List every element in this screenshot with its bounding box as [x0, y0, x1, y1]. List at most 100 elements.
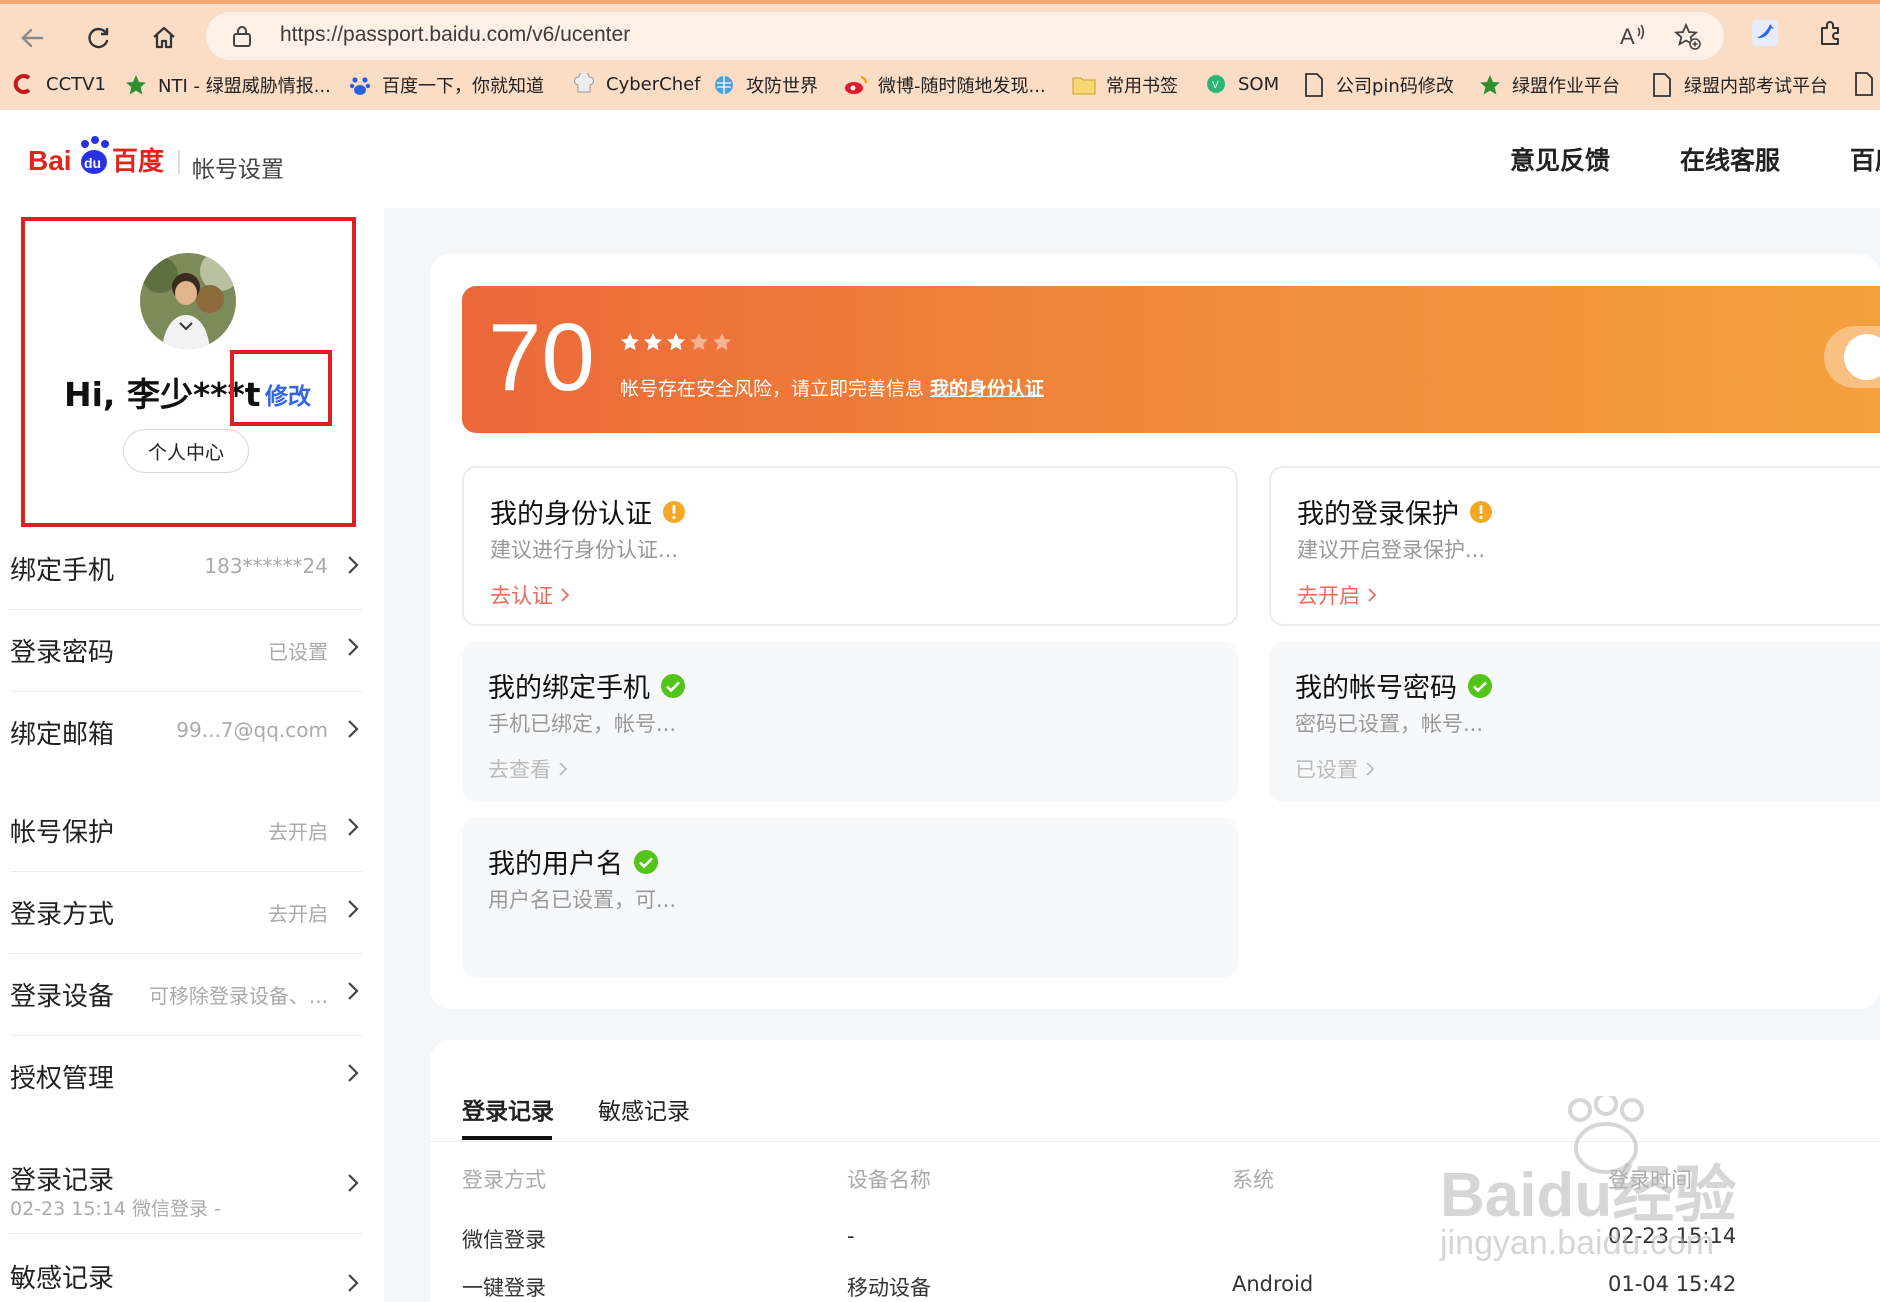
page-icon	[1650, 73, 1674, 97]
tab-login-records[interactable]: 登录记录	[462, 1092, 554, 1126]
online-support-link[interactable]: 在线客服	[1680, 141, 1780, 177]
score-stars	[620, 332, 732, 352]
go-view-link[interactable]: 去查看	[488, 754, 571, 784]
go-enable-link[interactable]: 去开启	[1297, 580, 1380, 610]
feedback-link[interactable]: 意见反馈	[1510, 141, 1610, 177]
star-filled-icon	[667, 333, 685, 351]
star-filled-icon	[621, 333, 639, 351]
extensions-puzzle-icon[interactable]	[1816, 18, 1846, 52]
favorite-add-icon[interactable]	[1673, 22, 1702, 55]
go-verify-link[interactable]: 去认证	[490, 580, 573, 610]
edit-username-link[interactable]: 修改	[265, 377, 311, 411]
sidebar-item-label: 登录记录	[10, 1166, 115, 1196]
sidebar-item-value: 已设置	[268, 640, 328, 664]
page-icon	[1302, 73, 1326, 97]
sidebar-item-value: 99...7@qq.com	[176, 718, 328, 742]
table-cell: 一键登录	[462, 1276, 546, 1300]
bookmark-work-platform[interactable]: 绿盟作业平台	[1478, 72, 1620, 98]
card-identity-verification[interactable]: 我的身份认证 建议进行身份认证... 去认证	[462, 466, 1238, 626]
chevron-right-icon	[346, 1060, 360, 1090]
card-desc: 建议开启登录保护...	[1297, 538, 1486, 562]
table-cell: 移动设备	[847, 1276, 931, 1300]
star-icon	[124, 73, 148, 97]
active-tab-indicator	[462, 1136, 552, 1140]
card-desc: 用户名已设置，可...	[488, 888, 677, 912]
sidebar-item-bind-email[interactable]: 绑定邮箱 99...7@qq.com	[10, 692, 362, 774]
sidebar-item-login-records[interactable]: 登录记录 02-23 15:14 微信登录 -	[10, 1138, 362, 1234]
baidu-home-link[interactable]: 百度	[1850, 141, 1880, 177]
banner-action-button[interactable]	[1824, 326, 1880, 388]
sidebar-item-login-password[interactable]: 登录密码 已设置	[10, 610, 362, 692]
warning-icon	[662, 500, 686, 524]
extension-bird-icon[interactable]	[1750, 18, 1780, 52]
chevron-right-icon	[346, 552, 360, 582]
chevron-right-icon	[1366, 762, 1375, 776]
card-title: 我的帐号密码	[1295, 673, 1457, 704]
bookmark-som[interactable]: V SOM	[1204, 72, 1279, 96]
personal-center-button[interactable]: 个人中心	[123, 429, 249, 473]
reload-icon	[88, 27, 109, 49]
column-header-device: 设备名称	[847, 1168, 931, 1192]
bookmark-cctv1[interactable]: CCTV1	[12, 72, 106, 96]
check-circle-icon	[1467, 673, 1493, 699]
table-cell: 02-23 15:14	[1608, 1224, 1737, 1248]
sidebar-item-value: 183******24	[204, 554, 328, 578]
card-title: 我的绑定手机	[488, 673, 650, 704]
baidu-logo[interactable]: Bai du 百度	[28, 132, 168, 186]
column-header-system: 系统	[1232, 1168, 1274, 1192]
sidebar-item-authorization[interactable]: 授权管理	[10, 1036, 362, 1118]
warning-icon	[1469, 500, 1493, 524]
url-text: https://passport.baidu.com/v6/ucenter	[280, 23, 631, 46]
table-cell: 01-04 15:42	[1608, 1272, 1737, 1296]
som-icon: V	[1204, 72, 1228, 96]
chevron-right-icon	[346, 814, 360, 844]
bookmark-gongfang[interactable]: 攻防世界	[712, 72, 818, 98]
check-circle-icon	[633, 849, 659, 875]
sidebar-item-value: 可移除登录设备、...	[148, 984, 328, 1008]
star-empty-icon	[713, 333, 731, 351]
card-login-protection[interactable]: 我的登录保护 建议开启登录保护... 去开启	[1269, 466, 1880, 626]
bookmark-weibo[interactable]: 微博-随时随地发现...	[844, 72, 1046, 98]
weibo-icon	[844, 73, 868, 97]
sidebar-item-login-devices[interactable]: 登录设备 可移除登录设备、...	[10, 954, 362, 1036]
bookmark-overflow[interactable]	[1852, 72, 1880, 96]
bookmark-pin[interactable]: 公司pin码修改	[1302, 72, 1454, 98]
reload-button[interactable]	[78, 18, 118, 58]
svg-text:du: du	[84, 155, 101, 171]
sidebar-item-login-method[interactable]: 登录方式 去开启	[10, 872, 362, 954]
read-aloud-icon[interactable]: A	[1620, 23, 1648, 53]
sidebar-item-bind-phone[interactable]: 绑定手机 183******24	[10, 528, 362, 610]
back-button[interactable]	[12, 18, 52, 58]
cctv-icon	[12, 72, 36, 96]
sidebar-item-label: 登录方式	[10, 900, 115, 930]
card-username[interactable]: 我的用户名 用户名已设置，可...	[462, 818, 1238, 978]
star-icon	[1478, 73, 1502, 97]
chevron-right-icon	[561, 588, 570, 602]
chevron-right-icon	[346, 978, 360, 1008]
avatar[interactable]	[140, 253, 236, 349]
tab-sensitive-records[interactable]: 敏感记录	[598, 1092, 690, 1126]
sidebar-item-label: 帐号保护	[10, 818, 115, 848]
sidebar: Hi, 李少***t 修改 个人中心 绑定手机 183******24 登录密码…	[0, 208, 384, 1302]
sidebar-item-label: 敏感记录	[10, 1264, 115, 1294]
table-cell: 微信登录	[462, 1228, 546, 1252]
bookmark-cyberchef[interactable]: CyberChef	[572, 72, 701, 96]
bookmark-nti[interactable]: NTI - 绿盟威胁情报...	[124, 72, 331, 98]
address-bar[interactable]: https://passport.baidu.com/v6/ucenter A	[206, 12, 1724, 60]
sidebar-item-value: 去开启	[268, 820, 328, 844]
card-bound-phone[interactable]: 我的绑定手机 手机已绑定，帐号... 去查看	[462, 642, 1238, 802]
security-score: 70	[488, 304, 595, 411]
identity-verification-link[interactable]: 我的身份认证	[930, 378, 1044, 400]
bookmark-exam-platform[interactable]: 绿盟内部考试平台	[1650, 72, 1828, 98]
sidebar-item-account-protection[interactable]: 帐号保护 去开启	[10, 790, 362, 872]
sidebar-item-value: 去开启	[268, 902, 328, 926]
bookmark-folder-common[interactable]: 常用书签	[1072, 72, 1178, 98]
card-desc: 手机已绑定，帐号...	[488, 712, 677, 736]
sidebar-item-sensitive-records[interactable]: 敏感记录	[10, 1236, 362, 1302]
sidebar-item-label: 授权管理	[10, 1064, 115, 1094]
home-button[interactable]	[144, 18, 184, 58]
divider	[430, 1141, 1880, 1142]
card-account-password[interactable]: 我的帐号密码 密码已设置，帐号... 已设置	[1269, 642, 1880, 802]
already-set-link[interactable]: 已设置	[1295, 754, 1378, 784]
bookmark-baidu[interactable]: 百度一下，你就知道	[348, 72, 544, 98]
